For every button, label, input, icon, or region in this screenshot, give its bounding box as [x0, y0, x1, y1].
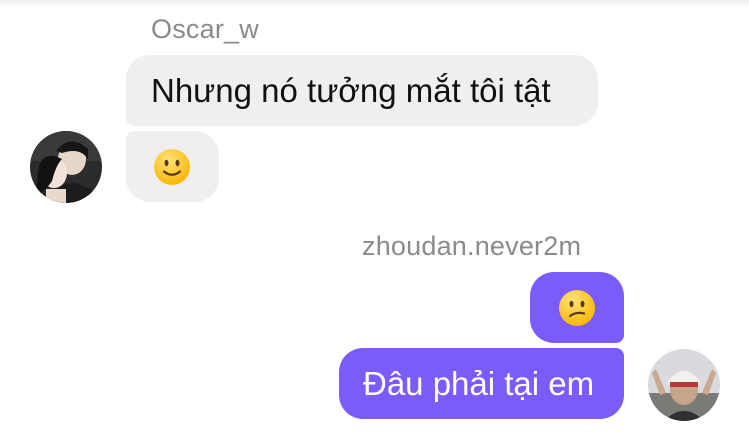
slightly-smiling-face-icon — [154, 149, 190, 185]
incoming-avatar[interactable] — [30, 131, 102, 203]
couple-photo-avatar-icon — [30, 131, 102, 203]
person-photo-avatar-icon — [648, 349, 720, 421]
incoming-emoji-bubble[interactable] — [126, 131, 219, 202]
incoming-message-bubble[interactable]: Nhưng nó tưởng mắt tôi tật — [126, 55, 598, 126]
outgoing-emoji-bubble[interactable] — [530, 272, 624, 343]
confused-face-icon — [559, 290, 595, 326]
outgoing-message-text: Đâu phải tại em — [363, 365, 595, 402]
header-shadow — [0, 0, 749, 8]
outgoing-message-bubble[interactable]: Đâu phải tại em — [339, 348, 624, 419]
outgoing-sender-name: zhoudan.never2m — [362, 231, 582, 261]
outgoing-avatar[interactable] — [648, 349, 720, 421]
incoming-message-text: Nhưng nó tưởng mắt tôi tật — [151, 72, 551, 109]
incoming-sender-name: Oscar_w — [151, 14, 259, 44]
